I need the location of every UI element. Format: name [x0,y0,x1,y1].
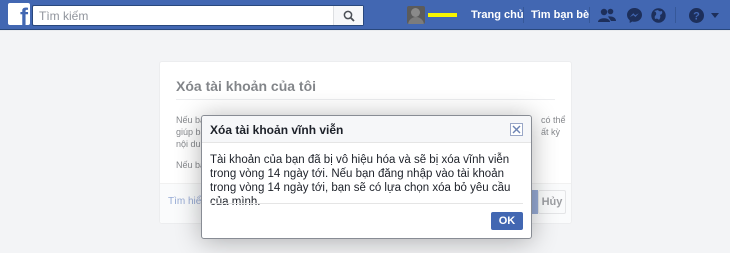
logo-letter: f [20,4,28,26]
help-icon[interactable]: ? [687,6,705,24]
nav-home-link[interactable]: Trang chủ [471,9,524,21]
dialog-header: Xóa tài khoản vĩnh viễn [202,116,531,143]
nav-divider [589,7,590,23]
dropdown-icon[interactable] [710,6,720,24]
top-bar: f Trang chủ Tìm bạn bè ? [0,0,730,30]
search-button[interactable] [333,6,363,25]
svg-text:?: ? [693,10,700,22]
dialog-divider [210,203,523,204]
nav-find-friends-link[interactable]: Tìm bạn bè [531,9,589,21]
search-box [32,5,364,26]
nav-divider [523,7,524,23]
ok-button[interactable]: OK [491,212,523,230]
dialog-title: Xóa tài khoản vĩnh viễn [210,123,344,137]
search-icon [343,10,355,22]
username-redaction [428,13,457,17]
close-button[interactable] [510,123,523,136]
messenger-icon[interactable] [625,6,643,24]
dialog-message: Tài khoản của bạn đã bị vô hiệu hóa và s… [210,154,511,208]
avatar[interactable] [407,6,425,24]
facebook-logo-icon[interactable]: f [8,3,30,25]
nav-divider [675,7,676,23]
globe-icon[interactable] [649,6,667,24]
search-input[interactable] [33,6,333,25]
close-icon [512,125,521,134]
friend-requests-icon[interactable] [598,6,616,24]
permanent-delete-dialog: Xóa tài khoản vĩnh viễn Tài khoản của bạ… [201,115,532,239]
